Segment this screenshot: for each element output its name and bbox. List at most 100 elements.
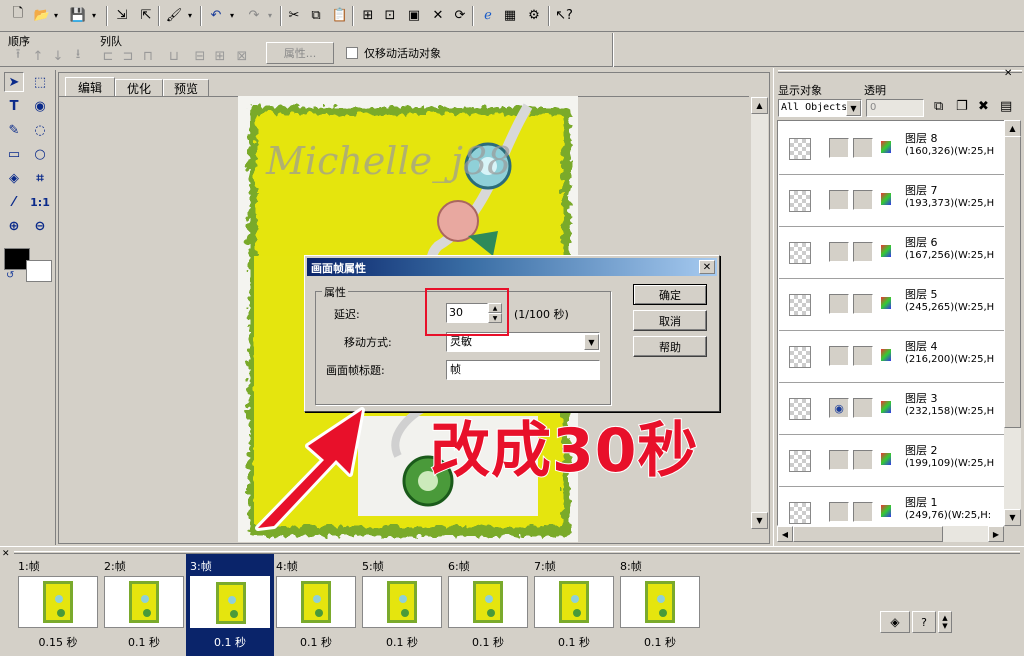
- crop-icon[interactable]: ⊡: [380, 5, 400, 25]
- frame-spin-icon[interactable]: ▲ ▼: [938, 611, 952, 633]
- align-left-icon[interactable]: ⊏: [98, 46, 118, 66]
- dialog-titlebar[interactable]: 画面帧属性 ✕: [307, 258, 717, 276]
- tools-icon[interactable]: ✕: [428, 5, 448, 25]
- new-layer-icon[interactable]: ⧉: [934, 99, 943, 114]
- marquee-tool-icon[interactable]: ⬚: [30, 72, 50, 92]
- layer-lock-toggle[interactable]: [853, 190, 873, 210]
- cut-icon[interactable]: ✂: [284, 5, 304, 25]
- layer-visibility-toggle[interactable]: [829, 502, 849, 522]
- layer-lock-toggle[interactable]: [853, 294, 873, 314]
- layers-hscroll-thumb[interactable]: [793, 526, 943, 542]
- actual-size-icon[interactable]: 1:1: [30, 192, 50, 212]
- undo-dropdown-icon[interactable]: ▾: [226, 5, 238, 25]
- opacity-input[interactable]: 0: [866, 99, 924, 117]
- layer-visibility-toggle[interactable]: [829, 346, 849, 366]
- frame-cell[interactable]: 5:帧 0.1 秒: [360, 556, 444, 654]
- redo-icon[interactable]: ↷: [244, 5, 264, 25]
- rotate-tool-icon[interactable]: ◉: [30, 96, 50, 116]
- layer-lock-toggle[interactable]: [853, 346, 873, 366]
- save-dropdown-icon[interactable]: ▾: [88, 5, 100, 25]
- frame-cell[interactable]: 2:帧 0.1 秒: [102, 556, 186, 654]
- zoom-in-icon[interactable]: ⊕: [4, 216, 24, 236]
- canvas-vertical-scrollbar[interactable]: ▲ ▼: [751, 97, 768, 529]
- layer-row[interactable]: 图层 2 (199,109)(W:25,H: [779, 436, 1004, 487]
- text-tool-icon[interactable]: T: [4, 96, 24, 116]
- layer-lock-toggle[interactable]: [853, 502, 873, 522]
- frame-cell[interactable]: 6:帧 0.1 秒: [446, 556, 530, 654]
- ok-button[interactable]: 确定: [633, 284, 707, 305]
- layer-row[interactable]: 图层 8 (160,326)(W:25,H: [779, 124, 1004, 175]
- layers-scroll-down-icon[interactable]: ▼: [1004, 509, 1021, 526]
- frame-settings-icon[interactable]: ◈: [880, 611, 910, 633]
- layer-visibility-toggle[interactable]: [829, 450, 849, 470]
- layers-vertical-scrollbar[interactable]: ▲ ▼: [1004, 120, 1021, 526]
- duplicate-layer-icon[interactable]: ❐: [956, 99, 968, 114]
- frames-close-icon[interactable]: ✕: [2, 549, 10, 559]
- layer-visibility-toggle[interactable]: ◉: [829, 398, 849, 418]
- layer-row[interactable]: ◉ 图层 3 (232,158)(W:25,H: [779, 384, 1004, 435]
- dialog-close-icon[interactable]: ✕: [699, 260, 715, 274]
- layers-scroll-right-icon[interactable]: ▶: [988, 526, 1004, 542]
- brush-tool-icon[interactable]: ✎: [4, 120, 24, 140]
- tab-preview[interactable]: 预览: [163, 79, 209, 97]
- lasso-tool-icon[interactable]: ◌: [30, 120, 50, 140]
- image-icon[interactable]: ▣: [404, 5, 424, 25]
- frame-cell[interactable]: 8:帧 0.1 秒: [618, 556, 702, 654]
- layers-horizontal-scrollbar[interactable]: ◀ ▶: [777, 526, 1004, 542]
- eyedropper-tool-icon[interactable]: ⁄: [4, 192, 24, 212]
- crop-tool-icon[interactable]: ⌗: [30, 168, 50, 188]
- save-icon[interactable]: 💾: [68, 5, 88, 25]
- import-icon[interactable]: ⇲: [112, 5, 132, 25]
- tab-optimize[interactable]: 优化: [115, 79, 163, 97]
- frame-cell[interactable]: 3:帧 0.1 秒: [186, 554, 274, 656]
- layer-lock-toggle[interactable]: [853, 450, 873, 470]
- align-center-icon[interactable]: ⊐: [118, 46, 138, 66]
- new-file-icon[interactable]: 🗋: [8, 5, 28, 25]
- frame-title-input[interactable]: 帧: [446, 360, 600, 380]
- move-bottom-icon[interactable]: ⭳: [68, 46, 88, 66]
- move-down-icon[interactable]: ↓: [48, 46, 68, 66]
- open-file-icon[interactable]: 📂: [32, 5, 52, 25]
- filter-dropdown-icon[interactable]: ▼: [846, 100, 861, 116]
- layer-visibility-toggle[interactable]: [829, 242, 849, 262]
- move-top-icon[interactable]: ⭱: [8, 46, 28, 66]
- fill-tool-icon[interactable]: ◈: [4, 168, 24, 188]
- delete-layer-icon[interactable]: ✖: [978, 99, 989, 114]
- background-color-swatch[interactable]: [26, 260, 52, 282]
- align-bottom-icon[interactable]: ⊠: [232, 46, 252, 66]
- frame-help-icon[interactable]: ?: [912, 611, 936, 633]
- transform-icon[interactable]: ⟳: [450, 5, 470, 25]
- layer-row[interactable]: 图层 4 (216,200)(W:25,H: [779, 332, 1004, 383]
- optimize-icon[interactable]: ▦: [500, 5, 520, 25]
- layer-row[interactable]: 图层 5 (245,265)(W:25,H: [779, 280, 1004, 331]
- layers-scroll-left-icon[interactable]: ◀: [777, 526, 793, 542]
- copy-icon[interactable]: ⧉: [306, 5, 326, 25]
- pointer-tool-icon[interactable]: ➤: [4, 72, 24, 92]
- frame-cell[interactable]: 7:帧 0.1 秒: [532, 556, 616, 654]
- layer-row[interactable]: 图层 7 (193,373)(W:25,H: [779, 176, 1004, 227]
- preview-dropdown-icon[interactable]: ▾: [184, 5, 196, 25]
- move-active-checkbox[interactable]: [346, 47, 358, 59]
- swap-colors-icon[interactable]: ↺: [6, 270, 14, 281]
- layer-visibility-toggle[interactable]: [829, 138, 849, 158]
- zoom-out-icon[interactable]: ⊖: [30, 216, 50, 236]
- open-dropdown-icon[interactable]: ▾: [50, 5, 62, 25]
- browser-icon[interactable]: ℯ: [478, 5, 498, 25]
- align-right-icon[interactable]: ⊓: [138, 46, 158, 66]
- layer-lock-toggle[interactable]: [853, 398, 873, 418]
- layer-row[interactable]: 图层 6 (167,256)(W:25,H: [779, 228, 1004, 279]
- frame-cell[interactable]: 4:帧 0.1 秒: [274, 556, 358, 654]
- layer-options-icon[interactable]: ▤: [1000, 99, 1012, 114]
- tab-edit[interactable]: 编辑: [65, 77, 115, 97]
- scroll-down-icon[interactable]: ▼: [751, 512, 768, 529]
- frame-cell[interactable]: 1:帧 0.15 秒: [16, 556, 100, 654]
- layers-scroll-up-icon[interactable]: ▲: [1004, 120, 1021, 137]
- eraser-tool-icon[interactable]: ▭: [4, 144, 24, 164]
- layer-lock-toggle[interactable]: [853, 242, 873, 262]
- settings-icon[interactable]: ⚙: [524, 5, 544, 25]
- layer-lock-toggle[interactable]: [853, 138, 873, 158]
- export-icon[interactable]: ⇱: [136, 5, 156, 25]
- move-up-icon[interactable]: ↑: [28, 46, 48, 66]
- ellipse-tool-icon[interactable]: ○: [30, 144, 50, 164]
- scroll-up-icon[interactable]: ▲: [751, 97, 768, 114]
